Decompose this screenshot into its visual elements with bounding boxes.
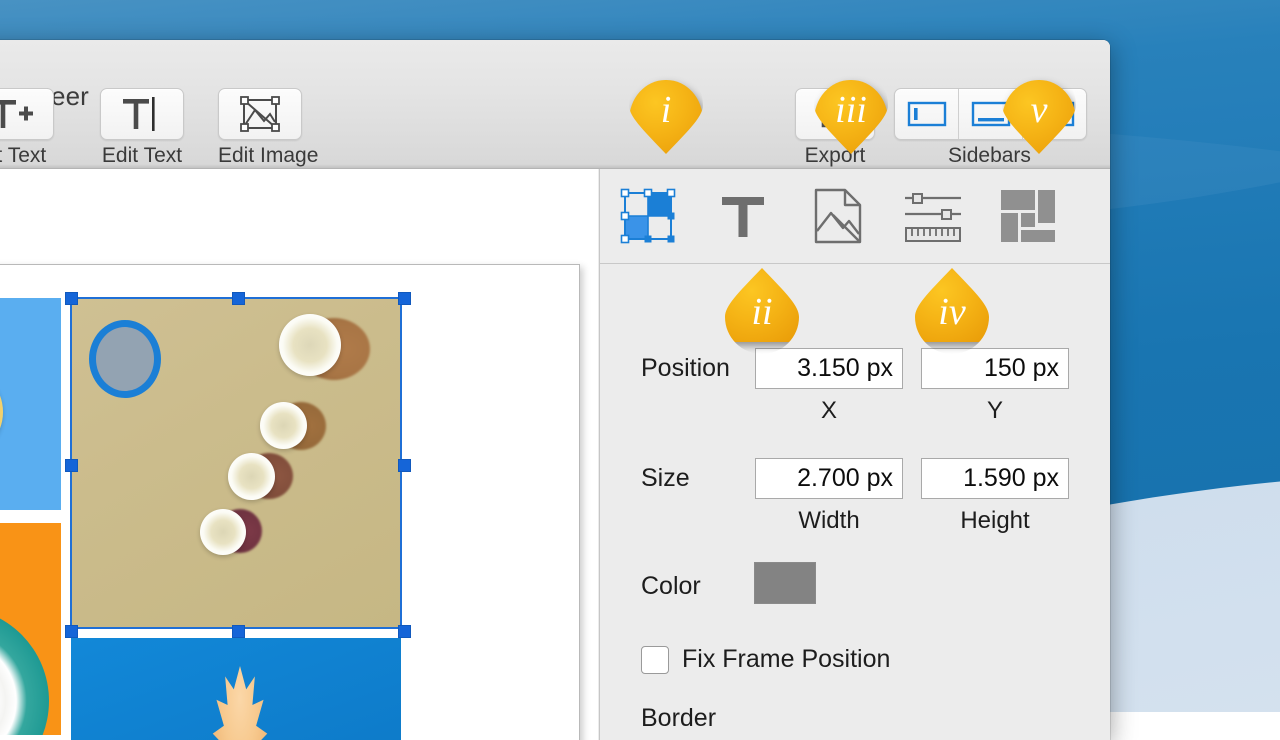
photo-lemons-on-tan[interactable] [71,298,401,628]
photo-pineapple-on-blue[interactable] [71,638,401,740]
fix-frame-position-row[interactable]: Fix Frame Position [641,645,890,674]
photo-grapefruit-on-blue[interactable] [0,298,61,510]
position-label: Position [641,354,730,382]
layout-icon [1000,190,1055,242]
inspector-tab-bar[interactable] [600,169,1110,264]
insert-text-icon [0,100,33,128]
edit-text-label: Edit Text [101,144,183,167]
document-canvas[interactable] [0,169,598,740]
insert-text-button[interactable] [0,88,54,140]
window-titlebar: queteer ert Text Edi [0,40,1110,169]
pin-marker-ii-label: ii [751,291,773,333]
toolbar-item-insert-text[interactable]: ert Text [0,88,54,167]
edit-image-label: Edit Image [218,144,319,167]
left-sidebar-icon [907,101,946,127]
pin-marker-iv-label: iv [938,291,966,333]
canvas-page[interactable] [0,264,580,740]
inspector-tab-text[interactable] [695,169,790,263]
app-window: queteer ert Text Edi [0,40,1110,740]
pin-marker-v-label: v [1030,89,1048,131]
fix-frame-position-checkbox[interactable] [641,645,669,674]
inspector-sidebar: Position 3.150 px 150 px X Y Size 2.700 … [599,169,1110,740]
color-label: Color [641,572,701,600]
pineapple-crown [212,666,268,740]
edit-text-icon [123,97,155,131]
inspector-tab-layout[interactable] [980,169,1075,263]
lemon-slice-2 [260,402,307,449]
position-row: Position [641,354,756,383]
image-icon [814,188,861,244]
text-icon [721,197,764,237]
border-label: Border [641,704,717,732]
edit-image-button[interactable] [218,88,302,140]
pin-marker-i-label: i [660,89,672,131]
photo-orange-on-orange[interactable] [0,523,61,735]
fix-frame-position-label: Fix Frame Position [682,645,891,673]
size-height-label: Height [960,507,1030,534]
inspector-tab-image[interactable] [790,169,885,263]
position-y-input[interactable]: 150 px [921,348,1069,389]
edit-image-icon [240,96,280,132]
border-section-row: Border [641,704,716,733]
export-label: Export [804,144,866,167]
toolbar-item-edit-text[interactable]: Edit Text [100,88,184,167]
blue-ring-shape [89,320,161,398]
adjust-icon [904,193,961,242]
lemon-slice-3 [228,453,275,500]
position-x-label: X [820,397,837,424]
inspector-tab-arrange[interactable] [600,169,695,263]
color-row: Color [641,572,756,601]
size-height-input[interactable]: 1.590 px [921,458,1069,499]
orange-on-plate [0,607,49,735]
lemon-slice-4 [200,509,246,555]
pin-marker-iii-label: iii [835,89,867,131]
sidebars-label: Sidebars [948,144,1031,167]
size-width-label: Width [798,507,860,534]
insert-text-label: ert Text [0,144,47,167]
fill-color-swatch[interactable] [754,562,816,604]
arrange-icon [620,188,675,244]
size-width-input[interactable]: 2.700 px [755,458,903,499]
toolbar-item-edit-image[interactable]: Edit Image [218,88,318,167]
grapefruit-slice [0,366,3,458]
edit-text-button[interactable] [100,88,184,140]
size-label: Size [641,464,690,492]
position-x-input[interactable]: 3.150 px [755,348,903,389]
left-sidebar-toggle[interactable] [895,89,959,139]
size-row: Size [641,464,756,493]
position-y-label: Y [986,397,1003,424]
inspector-tab-adjust[interactable] [885,169,980,263]
lemon-slice-1 [279,314,341,376]
